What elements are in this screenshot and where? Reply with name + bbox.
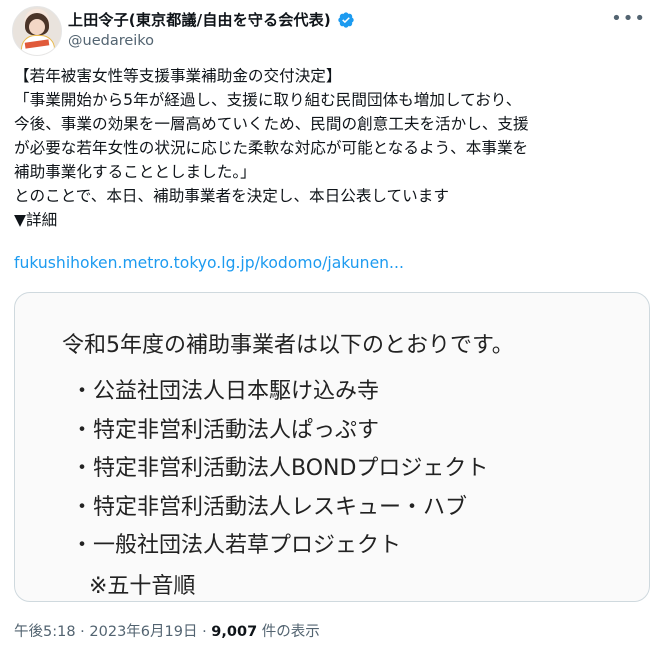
- list-item: ・公益社団法人日本駆け込み寺: [71, 379, 380, 404]
- display-name[interactable]: 上田令子(東京都議/自由を守る会代表): [68, 9, 331, 30]
- list-item: ・特定非営利活動法人ぱっぷす: [71, 417, 380, 443]
- avatar-face: [29, 19, 45, 35]
- tweet-time[interactable]: 午後5:18: [14, 624, 76, 640]
- tweet-link[interactable]: fukushihoken.metro.tokyo.lg.jp/kodomo/ja…: [14, 254, 404, 272]
- tweet-header: 上田令子(東京都議/自由を守る会代表) @uedareiko •••: [12, 6, 652, 58]
- media-image[interactable]: 令和5年度の補助事業者は以下のとおりです。 ・公益社団法人日本駆け込み寺 ・特定…: [14, 292, 650, 602]
- card-list: ・公益社団法人日本駆け込み寺 ・特定非営利活動法人ぱっぷす ・特定非営利活動法人…: [71, 373, 488, 566]
- tweet-text: 【若年被害女性等支援事業補助金の交付決定】 「事業開始から5年が経過し、支援に取…: [14, 67, 529, 229]
- separator: ·: [75, 624, 90, 640]
- avatar[interactable]: [12, 6, 62, 56]
- separator: ·: [197, 624, 212, 640]
- name-row: 上田令子(東京都議/自由を守る会代表): [68, 9, 355, 30]
- card-note: ※五十音順: [89, 574, 196, 599]
- handle[interactable]: @uedareiko: [68, 33, 154, 49]
- list-item: ・一般社団法人若草プロジェクト: [71, 533, 402, 558]
- card-title: 令和5年度の補助事業者は以下のとおりです。: [62, 333, 514, 358]
- tweet-date[interactable]: 2023年6月19日: [89, 624, 197, 640]
- views-count: 9,007: [211, 624, 258, 640]
- views-label: 件の表示: [257, 624, 320, 640]
- list-item: ・特定非営利活動法人BONDプロジェクト: [71, 456, 489, 481]
- more-icon[interactable]: •••: [611, 8, 646, 29]
- tweet-meta: 午後5:18 · 2023年6月19日 · 9,007 件の表示: [14, 620, 320, 641]
- list-item: ・特定非営利活動法人レスキュー・ハブ: [71, 494, 468, 520]
- verified-badge-icon: [338, 11, 354, 28]
